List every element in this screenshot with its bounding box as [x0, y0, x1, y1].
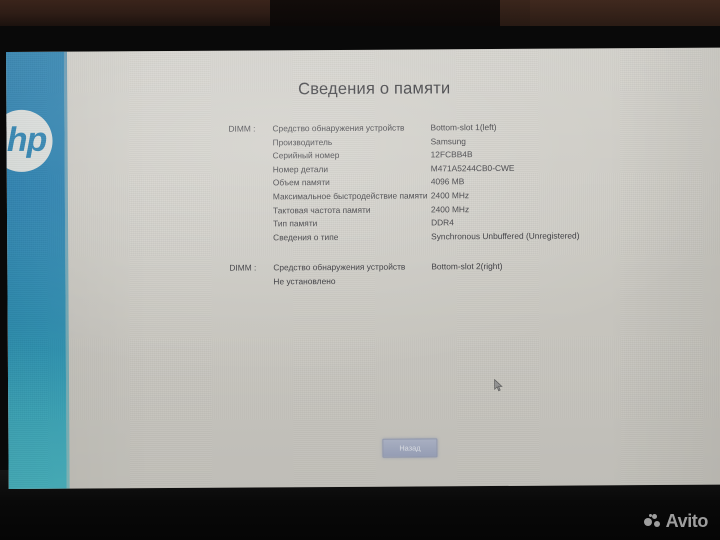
row-label: Средство обнаружения устройств	[273, 261, 406, 273]
dimm-key-label: DIMM :	[228, 123, 256, 134]
dimm-section: DIMM : Средство обнаружения устройств Bott…	[228, 120, 709, 245]
hp-logo-letters: hp	[6, 120, 47, 159]
avito-watermark: Avito	[643, 511, 709, 531]
row-value: 2400 MHz	[430, 203, 470, 214]
page-title: Сведения о памяти	[298, 79, 451, 99]
avito-logo-icon	[643, 513, 661, 529]
table-row: Сведения о типе Synchronous Unbuffered (U…	[229, 228, 709, 245]
row-label: Не установлено	[273, 275, 336, 287]
row-value: 2400 MHz	[430, 190, 470, 201]
row-label: Серийный номер	[272, 150, 340, 161]
row-label: Сведения о типе	[273, 231, 339, 243]
dimm-section: DIMM : Средство обнаружения устройств Bott…	[229, 259, 709, 289]
photograph-of-laptop-screen: hp Сведения о памяти DIMM : Средство обна…	[0, 0, 720, 540]
row-value: DDR4	[431, 217, 454, 228]
row-label: Средство обнаружения устройств	[272, 122, 405, 134]
row-label: Максимальное быстродействие памяти	[272, 190, 428, 202]
avito-wordmark: Avito	[665, 511, 709, 531]
table-row: Не установлено	[229, 273, 709, 290]
back-button[interactable]: Назад	[382, 438, 438, 458]
row-value: Samsung	[430, 135, 466, 147]
row-label: Номер детали	[272, 163, 329, 175]
row-value: 12FCBB4B	[430, 149, 473, 160]
mouse-cursor-icon	[494, 378, 503, 392]
row-label: Производитель	[272, 136, 333, 147]
row-label: Объем памяти	[272, 177, 330, 188]
row-value: 4096 MB	[430, 176, 465, 187]
row-label: Тип памяти	[273, 218, 318, 229]
dimm-key-label: DIMM :	[229, 262, 257, 273]
row-value: Synchronous Unbuffered (Unregistered)	[431, 230, 580, 242]
memory-information-table: DIMM : Средство обнаружения устройств Bott…	[228, 120, 709, 289]
row-label: Тактовая частота памяти	[272, 204, 371, 215]
bios-content-area: Сведения о памяти DIMM : Средство обнаруж…	[64, 48, 720, 489]
lcd-screen: hp Сведения о памяти DIMM : Средство обна…	[6, 47, 720, 489]
row-value: Bottom-slot 2(right)	[431, 261, 503, 272]
row-value: Bottom-slot 1(left)	[430, 122, 497, 133]
row-value: M471A5244CB0-CWE	[430, 162, 515, 174]
